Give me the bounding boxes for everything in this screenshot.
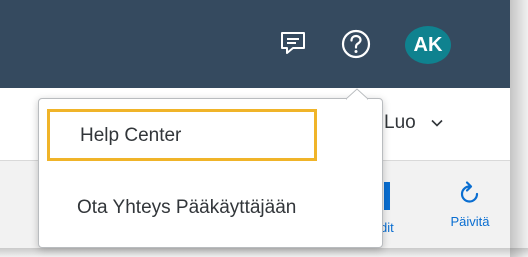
create-menu-label: Luo xyxy=(384,112,416,133)
help-menu-popover: Help Center Ota Yhteys Pääkäyttäjään xyxy=(38,98,383,248)
chevron-down-icon xyxy=(431,119,443,127)
help-center-menu-item[interactable]: Help Center xyxy=(47,109,317,161)
create-menu-button[interactable]: Luo xyxy=(384,112,443,134)
help-button[interactable] xyxy=(340,28,372,60)
shell-bar: AK xyxy=(0,0,510,88)
help-center-label: Help Center xyxy=(80,125,182,146)
refresh-label: Päivitä xyxy=(450,214,490,229)
help-icon xyxy=(341,29,371,59)
notifications-button[interactable] xyxy=(278,28,308,58)
frame-shadow-bottom xyxy=(0,248,528,257)
edit-icon xyxy=(384,182,390,210)
message-icon xyxy=(281,32,305,54)
user-avatar[interactable]: AK xyxy=(405,26,451,64)
refresh-button[interactable]: Päivitä xyxy=(440,176,500,240)
frame-shadow-right xyxy=(510,0,528,257)
refresh-icon xyxy=(460,181,479,203)
contact-admin-menu-item[interactable]: Ota Yhteys Pääkäyttäjään xyxy=(47,183,374,231)
contact-admin-label: Ota Yhteys Pääkäyttäjään xyxy=(77,197,297,218)
